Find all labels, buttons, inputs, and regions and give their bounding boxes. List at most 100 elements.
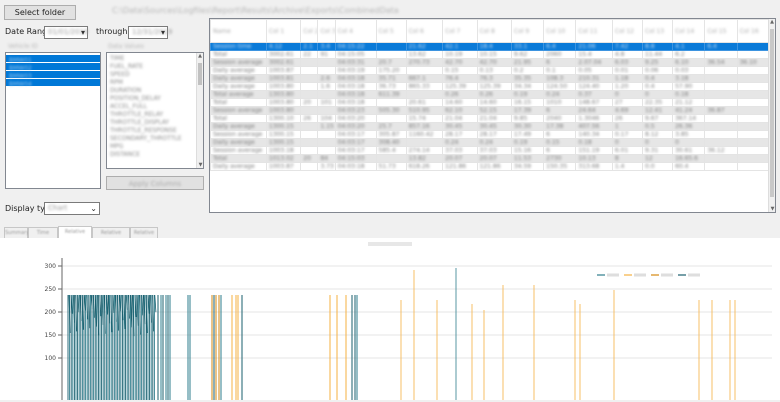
data-value-item[interactable]: TIME xyxy=(107,55,203,63)
data-value-item[interactable]: MPG xyxy=(107,143,203,151)
data-value-item[interactable]: DURATION xyxy=(107,87,203,95)
table-cell-text: 6.10 xyxy=(675,59,689,66)
table-row[interactable]: Session time 4.12 2.1 3.4 04:15:22 21.62 42.1 1… xyxy=(210,42,772,51)
table-cell: 60.4 xyxy=(672,162,706,171)
table-row[interactable]: Daily average 1003.87 3.73 04:03:18 51.73 618… xyxy=(210,162,772,171)
tab-relative-torque[interactable]: Relative Torque xyxy=(92,227,130,246)
data-value-item[interactable]: FUEL_RATE xyxy=(107,63,203,71)
grid-column-header[interactable]: Col 3 xyxy=(317,19,336,43)
data-value-item[interactable]: SECONDARY_THROTTLE xyxy=(107,135,203,143)
data-value-item[interactable]: DISTANCE xyxy=(107,151,203,159)
grid-column-header[interactable]: Col 13 xyxy=(641,19,674,43)
grid-column-header[interactable]: Col 16 xyxy=(736,19,772,43)
data-value-item[interactable]: THROTTLE_RESPONSE xyxy=(107,127,203,135)
y-tick-label: 300 xyxy=(45,263,57,270)
display-type-dropdown[interactable]: Chart ⌄ xyxy=(44,202,100,215)
grid-column-header[interactable]: Col 4 xyxy=(334,19,377,43)
table-cell: 6.10 xyxy=(672,58,706,67)
tab-summary[interactable]: Summary xyxy=(4,227,29,238)
vehicle-list-item[interactable]: BMW02 xyxy=(6,63,100,72)
scroll-thumb[interactable] xyxy=(198,63,202,85)
grid-column-header[interactable]: Name xyxy=(210,19,267,43)
date-to-picker[interactable]: 12/31/2019 ▾ xyxy=(128,26,172,39)
grid-column-header[interactable]: Col 5 xyxy=(375,19,407,43)
results-grid[interactable]: Name Col 1 Col 2 Col 3 Col 4 Col 5 Col 6 Col 7 C… xyxy=(209,18,776,213)
table-row[interactable]: Total average 1303.80 04:03:18 611.39 0.26 0.… xyxy=(210,90,772,99)
table-row[interactable]: Daily average 1003.80 1.6 04:03:18 36.73 865.… xyxy=(210,82,772,91)
data-value-item[interactable]: ACCEL_FULL xyxy=(107,103,203,111)
table-cell-text: 6.4 xyxy=(707,43,717,50)
data-value-item[interactable]: SPEED xyxy=(107,71,203,79)
results-table: Name Col 1 Col 2 Col 3 Col 4 Col 5 Col 6 Col 7 C… xyxy=(210,19,772,171)
y-tick-label: 150 xyxy=(45,332,57,339)
table-row[interactable]: Total 1300.10 26 104 04:03:20 15.74 21.04 21.04… xyxy=(210,114,772,123)
table-row[interactable]: Session average 1003.80 04:03:23 505.30 510.… xyxy=(210,106,772,115)
grid-scroll-thumb[interactable] xyxy=(770,29,774,197)
table-cell: 17.39 xyxy=(510,106,545,115)
chevron-down-icon[interactable]: ⌄ xyxy=(90,203,97,214)
tab-relative-co2[interactable]: Relative CO2 xyxy=(130,227,158,246)
calendar-dropdown-icon[interactable]: ▾ xyxy=(161,27,165,38)
vehicle-listbox[interactable]: BMW01 BMW02 BMW03 BMW04 xyxy=(5,52,101,189)
table-cell-text: Session time xyxy=(213,43,252,50)
table-row[interactable]: Total 3002.61 22 91 04:15:05 13.62 10.19 10.15 9… xyxy=(210,50,772,59)
table-cell: 1013.02 xyxy=(265,154,302,163)
grid-column-header[interactable]: Col 14 xyxy=(672,19,706,43)
vehicle-list-item[interactable]: BMW01 xyxy=(6,55,100,64)
grid-column-header[interactable]: Col 1 xyxy=(265,19,302,43)
calendar-dropdown-icon[interactable]: ▾ xyxy=(81,27,85,38)
table-row[interactable]: Total 1003.80 20 101 04:03:18 20.61 14.60 14.60… xyxy=(210,98,772,107)
table-cell-text: 407.56 xyxy=(578,123,600,130)
date-from-picker[interactable]: 01/01/2019 ▾ xyxy=(44,26,88,39)
data-value-item[interactable]: RPM xyxy=(107,79,203,87)
data-value-item[interactable]: POSITION_DELAY xyxy=(107,95,203,103)
grid-column-header[interactable]: Col 8 xyxy=(476,19,512,43)
grid-column-header-label: Col 13 xyxy=(645,27,665,35)
grid-column-header[interactable]: Col 6 xyxy=(405,19,444,43)
table-cell: 04:03:20 xyxy=(334,122,377,131)
table-cell xyxy=(375,50,407,59)
table-cell-text: Total xyxy=(213,115,228,122)
table-cell: 16.15 xyxy=(510,98,545,107)
grid-column-header[interactable]: Col 11 xyxy=(575,19,613,43)
select-folder-button[interactable]: Select folder xyxy=(4,5,76,20)
table-cell: 367.14 xyxy=(672,114,706,123)
table-cell: 0.18 xyxy=(575,138,613,147)
apply-columns-button[interactable]: Apply Columns xyxy=(106,176,204,190)
table-row[interactable]: Session average 1003.18 04:03:17 585.4 274.1… xyxy=(210,146,772,155)
tab-relative-load[interactable]: Relative Load xyxy=(58,226,92,245)
table-row[interactable]: Daily average 1003.87 04:03:19 175.20 0.15 0.… xyxy=(210,66,772,75)
table-cell: 8 xyxy=(611,154,644,163)
table-row[interactable]: Session average 3002.61 04:03:31 20.7 270.73… xyxy=(210,58,772,67)
table-cell: 3.73 xyxy=(317,162,336,171)
grid-column-header[interactable]: Col 9 xyxy=(510,19,545,43)
grid-column-header[interactable]: Col 15 xyxy=(704,19,738,43)
table-cell: 3.18 xyxy=(672,74,706,83)
table-row[interactable]: Daily average 1300.15 1.15 04:03:20 25.7 857.… xyxy=(210,122,772,131)
grid-column-header[interactable]: Col 7 xyxy=(442,19,478,43)
scroll-up-icon[interactable]: ▲ xyxy=(197,53,203,59)
table-cell: 140.34 xyxy=(575,130,613,139)
scroll-up-icon[interactable]: ▲ xyxy=(769,19,775,25)
data-value-item[interactable]: THROTTLE_DISPLAY xyxy=(107,119,203,127)
grid-column-header[interactable]: Col 2 xyxy=(300,19,319,43)
vehicle-list-item[interactable]: BMW03 xyxy=(6,71,100,80)
table-cell-text: 51.73 xyxy=(378,163,396,170)
vehicle-list-item[interactable]: BMW04 xyxy=(6,79,100,88)
scroll-down-icon[interactable]: ▼ xyxy=(197,162,203,168)
table-cell: 0.15 xyxy=(442,66,478,75)
grid-column-header-label: Col 9 xyxy=(513,27,530,35)
table-row[interactable]: Session average 1300.15 04:03:17 305.87 1160… xyxy=(210,130,772,139)
grid-column-header[interactable]: Col 12 xyxy=(611,19,644,43)
table-row[interactable]: Daily average 1300.15 04:03:17 308.40 0.24 0.… xyxy=(210,138,772,147)
scroll-down-icon[interactable]: ▼ xyxy=(769,206,775,212)
grid-column-header[interactable]: Col 10 xyxy=(543,19,577,43)
table-row[interactable]: Daily average 1003.81 2.6 04:03:18 35.71 667.… xyxy=(210,74,772,83)
table-cell: 51.73 xyxy=(375,162,407,171)
table-row[interactable]: Total 1013.02 20 84 04:15:03 13.82 20.07 20.07 1… xyxy=(210,154,772,163)
grid-scrollbar[interactable]: ▲ ▼ xyxy=(768,19,775,212)
data-value-item[interactable]: THROTTLE_RELAY xyxy=(107,111,203,119)
data-values-scrollbar[interactable]: ▲ ▼ xyxy=(196,53,203,168)
tab-time-series[interactable]: Time Series xyxy=(28,227,58,246)
data-values-listbox[interactable]: TIME FUEL_RATE SPEED RPM DURATION POSITION_DE… xyxy=(106,52,204,169)
